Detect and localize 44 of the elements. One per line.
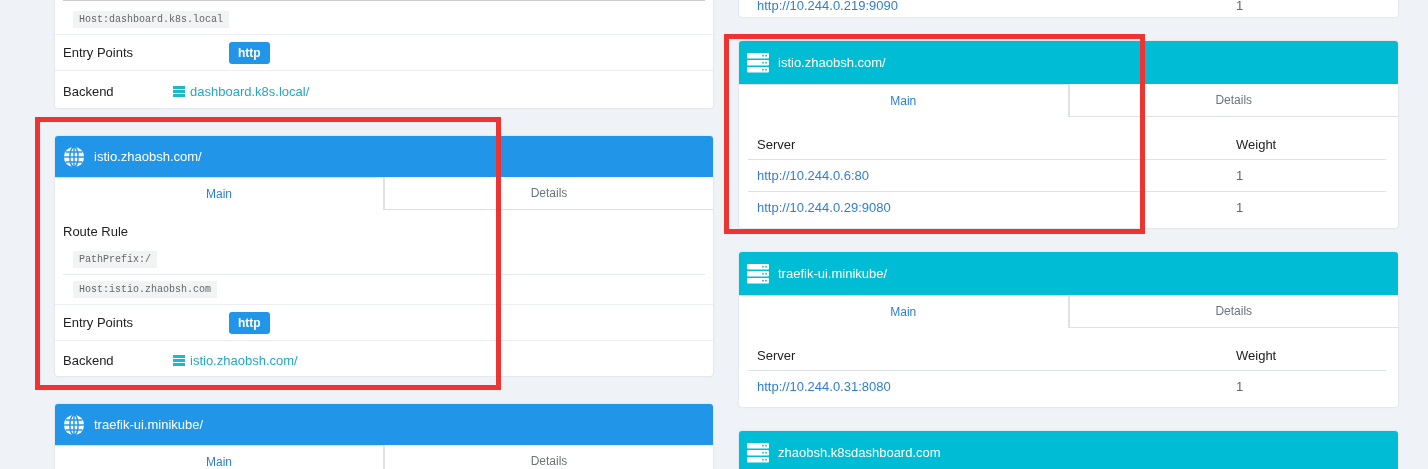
table-cell: 1	[1236, 168, 1244, 183]
table-cell: 1	[1236, 200, 1244, 215]
backend-link[interactable]: dashboard.k8s.local/	[190, 83, 310, 99]
entry-point-badge: http	[229, 41, 270, 64]
server-icon	[747, 263, 769, 284]
field-label: Entry Points	[63, 315, 135, 330]
card-title: istio.zhaobsh.com/	[94, 149, 202, 164]
server-icon	[173, 354, 185, 366]
tab[interactable]: Main	[739, 295, 1069, 328]
tab[interactable]: Details	[1068, 295, 1398, 328]
field-label: Entry Points	[63, 45, 135, 60]
rule-code: Host:istio.zhaobsh.com	[73, 281, 218, 298]
server-link[interactable]: http://10.244.0.29:9080	[757, 200, 891, 215]
rule-code: PathPrefix:/	[73, 251, 157, 268]
tab[interactable]: Details	[384, 177, 713, 210]
card-title: traefik-ui.minikube/	[94, 417, 204, 432]
table-cell: 1	[1236, 379, 1244, 394]
tab[interactable]: Main	[55, 177, 384, 210]
card-title: zhaobsh.k8sdashboard.com	[778, 445, 941, 460]
backend-link[interactable]: istio.zhaobsh.com/	[190, 352, 298, 368]
globe-icon	[63, 145, 85, 168]
server-link[interactable]: http://10.244.0.219:9090	[757, 0, 898, 13]
column-header: Server	[756, 136, 797, 152]
tab[interactable]: Main	[55, 445, 384, 469]
column-header: Server	[756, 347, 797, 363]
card-title: istio.zhaobsh.com/	[778, 55, 886, 70]
column-header: Weight	[1236, 136, 1277, 152]
server-icon	[747, 52, 769, 73]
server-icon	[747, 442, 769, 463]
column-header: Weight	[1236, 347, 1277, 363]
rule-code: Host:dashboard.k8s.local	[73, 11, 230, 28]
table-cell: 1	[1236, 0, 1244, 13]
server-link[interactable]: http://10.244.0.6:80	[757, 168, 870, 183]
entry-point-badge: http	[229, 311, 270, 334]
server-icon	[173, 85, 185, 97]
field-label: Backend	[63, 83, 115, 99]
tab[interactable]: Details	[1068, 84, 1398, 117]
globe-icon	[63, 413, 85, 436]
field-label: Route Rule	[63, 224, 130, 239]
tab[interactable]: Details	[384, 445, 713, 469]
field-label: Backend	[63, 352, 115, 368]
card-title: traefik-ui.minikube/	[778, 266, 888, 281]
server-link[interactable]: http://10.244.0.31:8080	[757, 379, 891, 394]
tab[interactable]: Main	[739, 84, 1069, 117]
